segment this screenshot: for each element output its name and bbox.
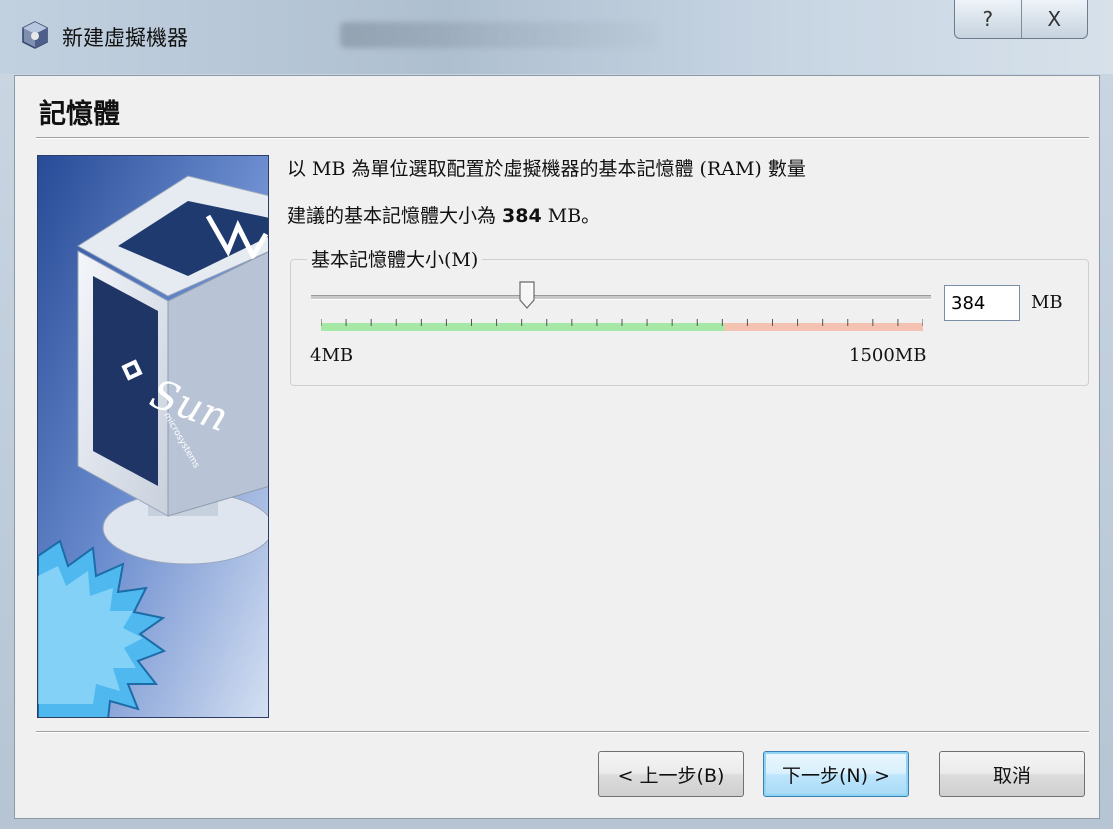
next-button[interactable]: 下一步(N) > (763, 751, 909, 797)
memory-slider-track[interactable] (311, 295, 931, 300)
memory-min-label: 4MB (310, 345, 354, 366)
excess-memory-zone (724, 323, 923, 331)
safe-memory-zone (321, 323, 725, 331)
memory-unit-label: MB (1031, 292, 1063, 313)
header-divider (36, 137, 1089, 139)
title-bar[interactable]: 新建虛擬機器 ? X (0, 0, 1113, 74)
memory-slider-thumb[interactable] (519, 281, 536, 309)
dialog-client-area: 記憶體 Sun microsystems 以 MB 為單位選取配置於虛擬機器的基… (14, 75, 1100, 819)
footer-divider (36, 731, 1089, 733)
caption-buttons: ? X (954, 0, 1088, 39)
help-icon: ? (982, 7, 994, 31)
virtualbox-sun-illustration: Sun microsystems (38, 156, 268, 717)
recommendation-prefix: 建議的基本記憶體大小為 (287, 205, 503, 227)
cancel-button[interactable]: 取消 (939, 751, 1085, 797)
memory-size-input[interactable] (944, 285, 1020, 321)
virtualbox-app-icon (22, 21, 48, 49)
memory-max-label: 1500MB (849, 345, 927, 366)
recommendation-suffix: MB。 (541, 205, 601, 227)
close-icon: X (1047, 7, 1062, 31)
page-title: 記憶體 (39, 99, 120, 130)
memory-description: 以 MB 為單位選取配置於虛擬機器的基本記憶體 (RAM) 數量 (287, 158, 806, 180)
dialog-window: 新建虛擬機器 ? X 記憶體 Sun microsystems 以 MB 為單位… (0, 0, 1113, 829)
back-button[interactable]: < 上一步(B) (598, 751, 744, 797)
memory-range-indicator (321, 319, 923, 331)
background-window-title (340, 22, 660, 48)
window-title: 新建虛擬機器 (62, 26, 188, 50)
wizard-side-image: Sun microsystems (37, 155, 269, 718)
base-memory-group-label: 基本記憶體大小(M) (307, 245, 483, 272)
close-button[interactable]: X (1020, 0, 1088, 38)
recommended-value: 384 (502, 205, 542, 227)
recommendation-text: 建議的基本記憶體大小為 384 MB。 (287, 201, 600, 228)
help-button[interactable]: ? (955, 0, 1021, 38)
